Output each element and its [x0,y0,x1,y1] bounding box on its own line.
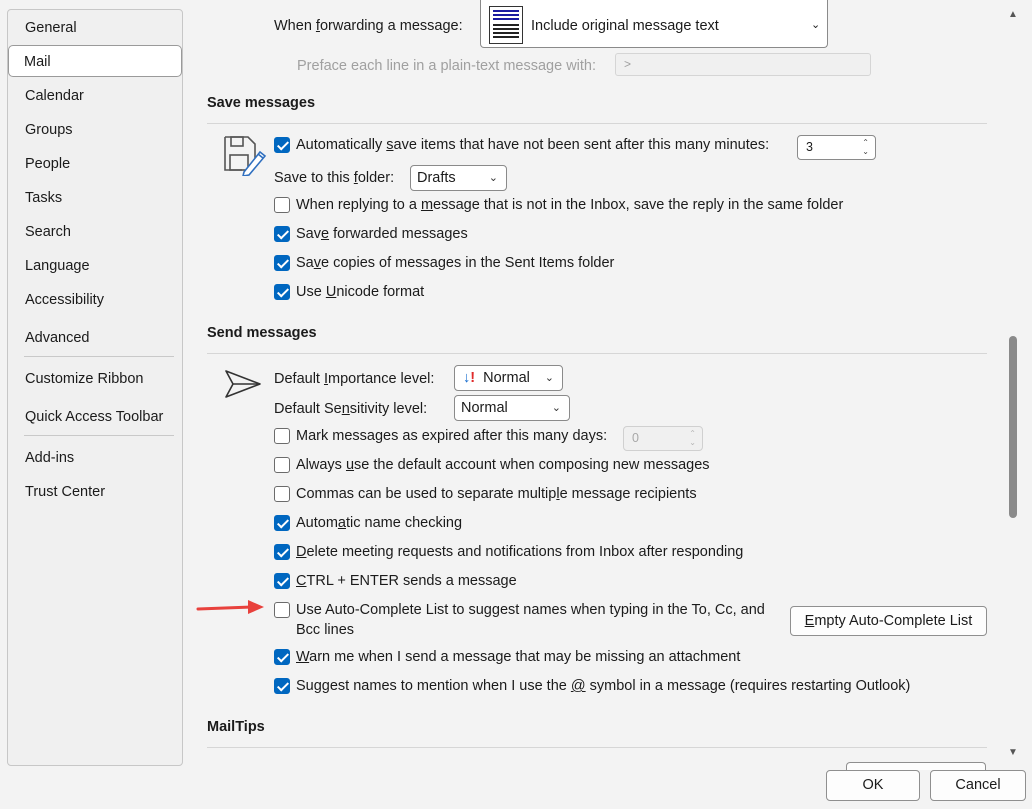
stepper-arrows-icon[interactable]: ⌃ ⌄ [689,429,696,447]
sidebar-item-search[interactable]: Search [9,216,181,248]
sidebar-item-accessibility[interactable]: Accessibility [9,284,181,316]
forwarding-select[interactable]: Include original message text ⌄ [480,0,828,48]
warn-attachment-label: Warn me when I send a message that may b… [296,649,741,665]
ctrl-enter-label: CTRL + ENTER sends a message [296,573,517,589]
sidebar-item-advanced[interactable]: Advanced [9,322,181,354]
preface-input[interactable]: > [615,53,871,76]
sidebar-item-people[interactable]: People [9,148,181,180]
section-title-send-messages: Send messages [207,325,317,341]
unicode-format-checkbox[interactable] [274,284,290,300]
sensitivity-label: Default Sensitivity level: [274,401,428,417]
reply-same-folder-label: When replying to a message that is not i… [296,197,844,213]
chevron-down-icon: ⌄ [544,372,554,384]
autosave-minutes-stepper[interactable]: 3 ⌃ ⌄ [797,135,876,160]
autocomplete-label-line1: Use Auto-Complete List to suggest names … [296,602,765,618]
save-sent-copies-label: Save copies of messages in the Sent Item… [296,255,615,271]
preface-label: Preface each line in a plain-text messag… [297,58,597,74]
section-title-mailtips: MailTips [207,719,265,735]
save-folder-select[interactable]: Drafts ⌄ [410,165,507,191]
forwarding-label: When forwarding a message: [274,18,463,34]
expire-days-stepper[interactable]: 0 ⌃ ⌄ [623,426,703,451]
sidebar-item-tasks[interactable]: Tasks [9,182,181,214]
scroll-up-icon[interactable]: ▲ [1008,9,1018,20]
sidebar-item-calendar[interactable]: Calendar [9,80,181,112]
autosave-minutes-value: 3 [806,140,813,154]
save-folder-value: Drafts [417,170,456,186]
commas-separator-label: Commas can be used to separate multiple … [296,486,697,502]
expire-checkbox[interactable] [274,428,290,444]
section-divider [207,353,987,354]
save-folder-label: Save to this folder: [274,170,395,186]
ok-button[interactable]: OK [826,770,920,801]
importance-exclamation-icon: ! [470,370,476,386]
save-sent-copies-checkbox[interactable] [274,255,290,271]
stepper-arrows-icon[interactable]: ⌃ ⌄ [862,138,869,156]
sidebar-item-mail[interactable]: Mail [8,45,182,77]
sidebar-item-add-ins[interactable]: Add-ins [9,442,181,474]
name-checking-label: Automatic name checking [296,515,463,531]
name-checking-checkbox[interactable] [274,515,290,531]
sidebar-item-groups[interactable]: Groups [9,114,181,146]
suggest-mentions-label: Suggest names to mention when I use the … [296,678,911,694]
red-arrow-annotation-icon [196,600,264,614]
cancel-button[interactable]: Cancel [930,770,1026,801]
sidebar-divider [24,435,174,436]
autosave-label: Automatically save items that have not b… [296,137,770,153]
scrollbar-thumb[interactable] [1009,336,1017,518]
chevron-down-icon: ⌄ [551,402,561,414]
section-divider [207,123,987,124]
section-title-save-messages: Save messages [207,95,316,111]
warn-attachment-checkbox[interactable] [274,649,290,665]
sensitivity-value: Normal [461,400,508,416]
importance-value: Normal [483,370,530,386]
autocomplete-checkbox[interactable] [274,602,290,618]
vertical-scrollbar[interactable]: ▲ ▼ [1005,9,1021,766]
autosave-checkbox[interactable] [274,137,290,153]
default-account-checkbox[interactable] [274,457,290,473]
importance-label: Default Importance level: [274,371,435,387]
default-account-label: Always use the default account when comp… [296,457,710,473]
sidebar-divider [24,356,174,357]
delete-meeting-requests-label: Delete meeting requests and notification… [296,544,744,560]
save-forwarded-checkbox[interactable] [274,226,290,242]
section-divider [207,747,987,748]
mailtips-options-button[interactable] [846,762,986,770]
chevron-down-icon: ⌄ [811,19,821,31]
sidebar-item-customize-ribbon[interactable]: Customize Ribbon [9,363,181,395]
autocomplete-label-line2: Bcc lines [296,622,355,638]
forwarding-value: Include original message text [531,18,719,34]
delete-meeting-requests-checkbox[interactable] [274,544,290,560]
sensitivity-select[interactable]: Normal ⌄ [454,395,570,421]
sidebar-item-quick-access-toolbar[interactable]: Quick Access Toolbar [9,401,181,433]
commas-separator-checkbox[interactable] [274,486,290,502]
send-icon [225,370,261,398]
reply-same-folder-checkbox[interactable] [274,197,290,213]
save-forwarded-label: Save forwarded messages [296,226,468,242]
expire-label: Mark messages as expired after this many… [296,428,608,444]
empty-autocomplete-button[interactable]: Empty Auto-Complete List [790,606,987,636]
expire-days-value: 0 [632,431,639,445]
scroll-down-icon[interactable]: ▼ [1008,747,1018,758]
settings-category-list: General Mail Calendar Groups People Task… [7,9,183,766]
sidebar-item-general[interactable]: General [9,12,181,44]
importance-select[interactable]: ↓! Normal ⌄ [454,365,563,391]
unicode-format-label: Use Unicode format [296,284,425,300]
ctrl-enter-checkbox[interactable] [274,573,290,589]
sidebar-item-trust-center[interactable]: Trust Center [9,476,181,508]
mail-options-pane: When forwarding a message: Include origi… [184,0,1004,770]
suggest-mentions-checkbox[interactable] [274,678,290,694]
sidebar-item-language[interactable]: Language [9,250,181,282]
forwarding-format-icon [489,6,523,44]
chevron-down-icon: ⌄ [488,172,498,184]
save-disk-icon [224,136,267,176]
